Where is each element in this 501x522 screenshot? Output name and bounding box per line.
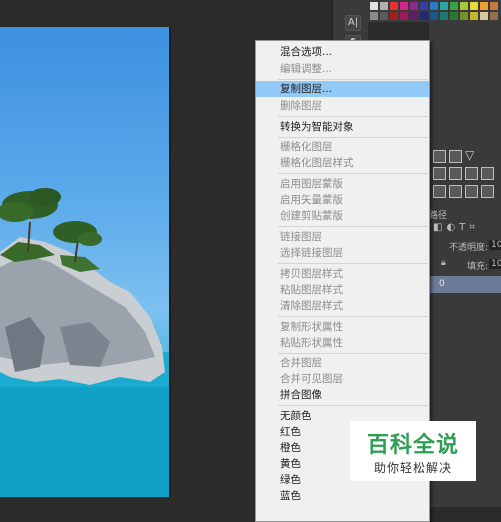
swatch[interactable] — [420, 2, 428, 10]
swatch[interactable] — [410, 12, 418, 20]
triangle-icon[interactable]: ▽ — [465, 149, 476, 161]
swatch[interactable] — [480, 12, 488, 20]
swatch[interactable] — [370, 12, 378, 20]
layer-row[interactable]: 0 — [429, 276, 501, 293]
menu-item-blending-options[interactable]: 混合选项... — [256, 44, 429, 60]
swatch[interactable] — [430, 12, 438, 20]
layer-filter-icons[interactable]: ◧◐T⌗ — [433, 222, 479, 233]
gradient-map-icon[interactable] — [481, 185, 494, 198]
menu-item-delete-layer[interactable]: 删除图层 — [256, 98, 429, 114]
menu-item-copy-layer-style[interactable]: 拷贝图层样式 — [256, 266, 429, 282]
canvas-edge — [169, 27, 171, 497]
menu-item-paste-shape-attributes[interactable]: 粘贴形状属性 — [256, 335, 429, 351]
menu-item-rasterize-layer-style[interactable]: 栅格化图层样式 — [256, 155, 429, 171]
menu-separator — [278, 79, 428, 80]
paths-tab[interactable]: 路径 — [429, 208, 447, 221]
menu-item-copy-shape-attributes[interactable]: 复制形状属性 — [256, 319, 429, 335]
swatch[interactable] — [490, 12, 498, 20]
swatch[interactable] — [460, 12, 468, 20]
swatch[interactable] — [470, 2, 478, 10]
menu-separator — [278, 316, 428, 317]
invert-icon[interactable] — [433, 185, 446, 198]
threshold-icon[interactable] — [465, 185, 478, 198]
menu-separator — [278, 226, 428, 227]
fill-field[interactable]: 100 — [489, 259, 501, 269]
menu-item-clear-layer-style[interactable]: 清除图层样式 — [256, 298, 429, 314]
menu-item-enable-layer-mask[interactable]: 启用图层蒙版 — [256, 176, 429, 192]
swatch[interactable] — [420, 12, 428, 20]
menu-item-duplicate-layer[interactable]: 复制图层... — [256, 81, 429, 97]
menu-item-rasterize-layer[interactable]: 栅格化图层 — [256, 139, 429, 155]
swatch[interactable] — [450, 12, 458, 20]
swatch[interactable] — [460, 2, 468, 10]
swatch[interactable] — [400, 2, 408, 10]
swatch[interactable] — [390, 2, 398, 10]
watermark-subtitle: 助你轻松解决 — [373, 461, 452, 475]
menu-item-select-linked-layers[interactable]: 选择链接图层 — [256, 245, 429, 261]
swatch[interactable] — [370, 2, 378, 10]
levels-icon[interactable] — [449, 150, 462, 163]
fill-label: 填充: — [467, 262, 489, 272]
photo-filter-icon[interactable] — [465, 167, 478, 180]
menu-item-link-layers[interactable]: 链接图层 — [256, 229, 429, 245]
watermark-title: 百科全说 — [366, 433, 459, 458]
watermark-badge: 百科全说 助你轻松解决 — [350, 421, 476, 481]
menu-separator — [278, 405, 428, 406]
menu-item-merge-layers[interactable]: 合并图层 — [256, 355, 429, 371]
opacity-field[interactable]: 100 — [489, 240, 501, 250]
menu-item-enable-vector-mask[interactable]: 启用矢量蒙版 — [256, 192, 429, 208]
swatch[interactable] — [390, 12, 398, 20]
vibrance-icon[interactable] — [433, 167, 446, 180]
lock-icon[interactable]: 🔒︎ — [441, 258, 446, 268]
canvas-photo[interactable] — [0, 27, 169, 497]
swatch[interactable] — [440, 2, 448, 10]
menu-item-convert-smart-object[interactable]: 转换为智能对象 — [256, 119, 429, 135]
island-photo-graphic — [0, 188, 169, 497]
character-panel-icon[interactable]: A| — [345, 15, 361, 31]
menu-separator — [278, 173, 428, 174]
color-balance-icon[interactable] — [449, 167, 462, 180]
menu-separator — [278, 353, 428, 354]
brightness-icon[interactable] — [433, 150, 446, 163]
swatch[interactable] — [490, 2, 498, 10]
swatch[interactable] — [470, 12, 478, 20]
swatch[interactable] — [430, 2, 438, 10]
posterize-icon[interactable] — [449, 185, 462, 198]
swatch[interactable] — [480, 2, 488, 10]
swatch[interactable] — [400, 12, 408, 20]
menu-item-paste-layer-style[interactable]: 粘贴图层样式 — [256, 282, 429, 298]
menu-separator — [278, 263, 428, 264]
layer-name: 0 — [439, 279, 445, 289]
menu-separator — [278, 116, 428, 117]
swatch[interactable] — [410, 2, 418, 10]
swatches-panel[interactable] — [368, 0, 501, 22]
menu-item-color-blue[interactable]: 蓝色 — [256, 488, 429, 504]
swatch[interactable] — [450, 2, 458, 10]
swatch[interactable] — [380, 2, 388, 10]
menu-separator — [278, 137, 428, 138]
menu-item-edit-adjustment[interactable]: 编辑调整... — [256, 61, 429, 77]
menu-item-create-clipping-mask[interactable]: 创建剪贴蒙版 — [256, 208, 429, 224]
menu-item-flatten-image[interactable]: 拼合图像 — [256, 387, 429, 403]
menu-item-merge-visible[interactable]: 合并可见图层 — [256, 371, 429, 387]
opacity-label: 不透明度: — [449, 243, 489, 253]
swatch[interactable] — [380, 12, 388, 20]
swatch[interactable] — [440, 12, 448, 20]
grid-icon[interactable] — [481, 167, 494, 180]
